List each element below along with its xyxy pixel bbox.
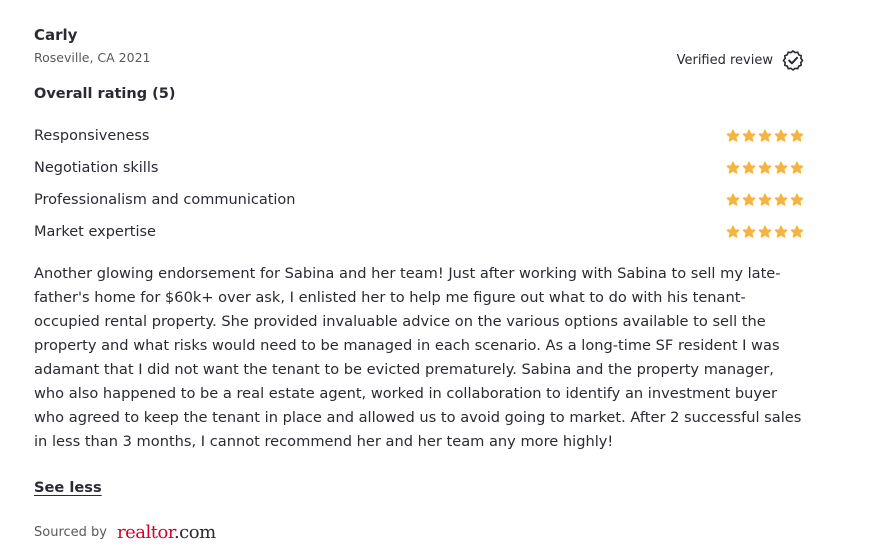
star-icon <box>774 161 788 174</box>
verified-badge-icon <box>782 49 804 71</box>
realtor-logo: realtor.com <box>117 522 216 543</box>
star-icon <box>758 225 772 238</box>
rating-label: Professionalism and communication <box>34 192 296 208</box>
star-icon <box>758 193 772 206</box>
star-rating <box>726 129 804 143</box>
review-text: Another glowing endorsement for Sabina a… <box>34 265 802 450</box>
star-icon <box>742 225 756 238</box>
rating-row: Negotiation skills <box>34 152 804 184</box>
sourced-by-label: Sourced by <box>34 525 107 540</box>
star-icon <box>758 161 772 174</box>
realtor-logo-com: com <box>179 522 216 543</box>
star-icon <box>774 193 788 206</box>
see-less-link[interactable]: See less <box>34 479 102 496</box>
star-rating <box>726 225 804 239</box>
star-icon <box>790 129 804 142</box>
verified-review-badge: Verified review <box>677 49 804 71</box>
reviewer-name: Carly <box>34 26 78 44</box>
star-icon <box>758 129 772 142</box>
reviewer-location-year: Roseville, CA 2021 <box>34 50 151 65</box>
rating-breakdown: Responsiveness Negotiation skills Professi… <box>34 120 804 248</box>
star-icon <box>774 129 788 142</box>
rating-row: Professionalism and communication <box>34 184 804 216</box>
rating-label: Negotiation skills <box>34 160 159 176</box>
star-icon <box>726 161 740 174</box>
star-icon <box>790 193 804 206</box>
overall-rating: Overall rating (5) <box>34 86 176 102</box>
rating-row: Market expertise <box>34 216 804 248</box>
star-icon <box>726 193 740 206</box>
star-rating <box>726 161 804 175</box>
star-icon <box>742 193 756 206</box>
star-icon <box>742 161 756 174</box>
verified-review-label: Verified review <box>676 52 773 68</box>
realtor-logo-main: realtor <box>116 522 174 543</box>
sourced-by: Sourced by realtor.com <box>34 522 216 543</box>
rating-label: Market expertise <box>34 224 156 240</box>
star-icon <box>726 225 740 238</box>
rating-row: Responsiveness <box>34 120 804 152</box>
review-card: Carly Roseville, CA 2021 Verified review… <box>34 0 804 559</box>
star-rating <box>726 193 804 207</box>
rating-label: Responsiveness <box>34 128 150 144</box>
star-icon <box>790 161 804 174</box>
star-icon <box>790 225 804 238</box>
star-icon <box>726 129 740 142</box>
star-icon <box>774 225 788 238</box>
star-icon <box>742 129 756 142</box>
